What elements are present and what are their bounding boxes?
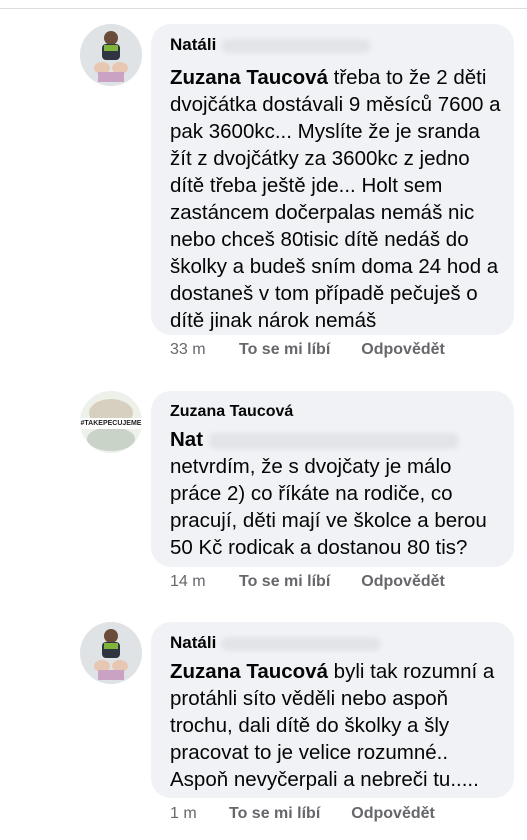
comment-text: Zuzana Taucová byli tak rozumní a protáh… [170, 658, 502, 793]
avatar[interactable] [80, 24, 142, 86]
comment-author[interactable]: Natáli [170, 632, 502, 654]
comment-body: netvrdím, že s dvojčaty je málo práce 2)… [170, 455, 487, 559]
avatar[interactable] [80, 622, 142, 684]
avatar-frame-text: #TAKEPECUJEME [80, 420, 142, 427]
redacted-name [221, 636, 382, 651]
comment-time[interactable]: 14 m [170, 573, 239, 591]
comment-bubble: Zuzana Taucová Nat netvrdím, že s dvojča… [151, 391, 514, 567]
comment-text: Nat netvrdím, že s dvojčaty je málo prác… [170, 426, 502, 561]
comment-text: Zuzana Taucová třeba to že 2 děti dvojčá… [170, 64, 502, 334]
author-name[interactable]: Natáli [170, 633, 216, 652]
comment-author[interactable]: Zuzana Taucová [170, 401, 502, 423]
redacted-name [208, 432, 459, 449]
like-button[interactable]: To se mi líbí [239, 341, 330, 359]
mention-link[interactable]: Zuzana Taucová [170, 660, 328, 683]
comment-time[interactable]: 1 m [170, 805, 229, 823]
redacted-name [221, 38, 372, 53]
like-button[interactable]: To se mi líbí [239, 573, 330, 591]
comment-body: třeba to že 2 děti dvojčátka dostávali 9… [170, 66, 501, 332]
like-button[interactable]: To se mi líbí [229, 805, 320, 823]
comment-bubble: Natáli Zuzana Taucová třeba to že 2 děti… [151, 24, 514, 335]
comment-bubble: Natáli Zuzana Taucová byli tak rozumní a… [151, 622, 514, 798]
reply-button[interactable]: Odpovědět [361, 341, 445, 359]
author-name[interactable]: Zuzana Taucová [170, 403, 293, 420]
mention-link[interactable]: Zuzana Taucová [170, 66, 328, 89]
reply-button[interactable]: Odpovědět [361, 573, 445, 591]
comment-time[interactable]: 33 m [170, 341, 239, 359]
comment-actions: 1 m To se mi líbí Odpovědět [170, 805, 435, 823]
mention-link[interactable]: Nat [170, 428, 203, 451]
top-divider [0, 0, 527, 9]
comment-actions: 14 m To se mi líbí Odpovědět [170, 573, 445, 591]
avatar[interactable]: #TAKEPECUJEME [80, 391, 142, 453]
comment-author[interactable]: Natáli [170, 34, 502, 56]
comment-actions: 33 m To se mi líbí Odpovědět [170, 341, 445, 359]
author-name[interactable]: Natáli [170, 35, 216, 54]
reply-button[interactable]: Odpovědět [351, 805, 435, 823]
